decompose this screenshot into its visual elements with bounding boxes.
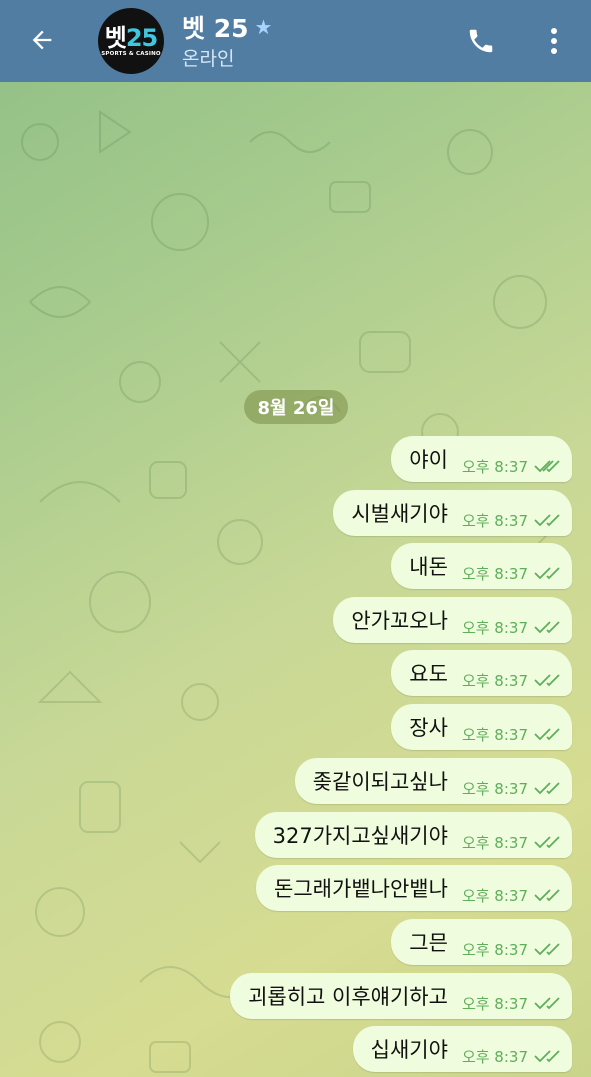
message-bubble[interactable]: 내돈 오후 8:37	[391, 543, 572, 589]
message-text: 안가꼬오나	[351, 609, 448, 633]
message-text: 야이	[409, 448, 448, 472]
message-text: 장사	[409, 716, 448, 740]
date-separator: 8월 26일	[244, 390, 348, 424]
double-check-icon	[534, 566, 560, 580]
double-check-icon	[534, 620, 560, 634]
chat-screen: 벳25 SPORTS & CASINO 벳 25 ★ 온라인 8월 26일 야이…	[0, 0, 591, 1077]
double-check-icon	[534, 996, 560, 1010]
avatar-logo-subtitle: SPORTS & CASINO	[101, 50, 161, 57]
online-status: 온라인	[182, 48, 235, 70]
message-text: 십새기야	[370, 1038, 448, 1062]
message-time: 오후 8:37	[461, 1047, 528, 1066]
message-time: 오후 8:37	[461, 618, 528, 637]
message-time: 오후 8:37	[461, 779, 528, 798]
message-meta: 오후 8:37	[462, 724, 560, 745]
double-check-icon	[534, 1049, 560, 1063]
message-time: 오후 8:37	[461, 725, 528, 744]
message-meta: 오후 8:37	[462, 1046, 560, 1067]
double-check-icon	[534, 459, 560, 473]
message-meta: 오후 8:37	[462, 456, 560, 477]
double-check-icon	[534, 835, 560, 849]
double-check-icon	[534, 942, 560, 956]
message-meta: 오후 8:37	[462, 670, 560, 691]
message-bubble[interactable]: 돈그래가뱉나안뱉나 오후 8:37	[256, 865, 572, 911]
call-button[interactable]	[460, 20, 502, 62]
message-time: 오후 8:37	[461, 671, 528, 690]
message-meta: 오후 8:37	[462, 939, 560, 960]
chat-title[interactable]: 벳 25 ★	[182, 9, 272, 45]
message-text: 돈그래가뱉나안뱉나	[274, 877, 448, 901]
message-meta: 오후 8:37	[462, 832, 560, 853]
arrow-left-icon	[32, 30, 52, 50]
message-text: 요도	[409, 662, 448, 686]
message-bubble[interactable]: 좆같이되고싶나 오후 8:37	[294, 758, 572, 804]
back-button[interactable]	[20, 18, 64, 62]
message-meta: 오후 8:37	[462, 993, 560, 1014]
message-text: 327가지고싶새기야	[272, 824, 448, 848]
message-bubble[interactable]: 그믄 오후 8:37	[391, 919, 572, 965]
avatar[interactable]: 벳25 SPORTS & CASINO	[98, 8, 164, 74]
chat-title-text: 벳 25	[182, 14, 249, 43]
message-time: 오후 8:37	[461, 886, 528, 905]
double-check-icon	[534, 888, 560, 902]
message-text: 그믄	[409, 931, 448, 955]
message-bubble[interactable]: 안가꼬오나 오후 8:37	[333, 597, 572, 643]
more-vertical-icon	[551, 28, 557, 54]
message-time: 오후 8:37	[461, 940, 528, 959]
double-check-icon	[534, 781, 560, 795]
message-text: 내돈	[409, 555, 448, 579]
message-bubble[interactable]: 요도 오후 8:37	[391, 650, 572, 696]
star-icon: ★	[254, 15, 273, 39]
message-time: 오후 8:37	[461, 994, 528, 1013]
message-meta: 오후 8:37	[462, 563, 560, 584]
message-bubble[interactable]: 야이 오후 8:37	[391, 436, 572, 482]
message-bubble[interactable]: 시벌새기야 오후 8:37	[333, 490, 572, 536]
message-text: 좆같이되고싶나	[312, 770, 448, 794]
double-check-icon	[534, 513, 560, 527]
message-text: 괴롭히고 이후얘기하고	[248, 985, 448, 1009]
message-text: 시벌새기야	[351, 502, 448, 526]
avatar-logo: 벳25	[104, 23, 159, 52]
message-meta: 오후 8:37	[462, 510, 560, 531]
double-check-icon	[534, 673, 560, 687]
message-bubble[interactable]: 327가지고싶새기야 오후 8:37	[254, 812, 572, 858]
message-time: 오후 8:37	[461, 564, 528, 583]
message-time: 오후 8:37	[461, 833, 528, 852]
message-meta: 오후 8:37	[462, 617, 560, 638]
double-check-icon	[534, 727, 560, 741]
message-meta: 오후 8:37	[462, 778, 560, 799]
message-bubble[interactable]: 십새기야 오후 8:37	[352, 1026, 572, 1072]
phone-icon	[469, 29, 493, 53]
message-bubble[interactable]: 장사 오후 8:37	[391, 704, 572, 750]
more-menu-button[interactable]	[536, 20, 572, 62]
message-meta: 오후 8:37	[462, 885, 560, 906]
chat-header: 벳25 SPORTS & CASINO 벳 25 ★ 온라인	[0, 0, 591, 82]
message-time: 오후 8:37	[461, 457, 528, 476]
message-time: 오후 8:37	[461, 511, 528, 530]
message-bubble[interactable]: 괴롭히고 이후얘기하고 오후 8:37	[230, 973, 572, 1019]
